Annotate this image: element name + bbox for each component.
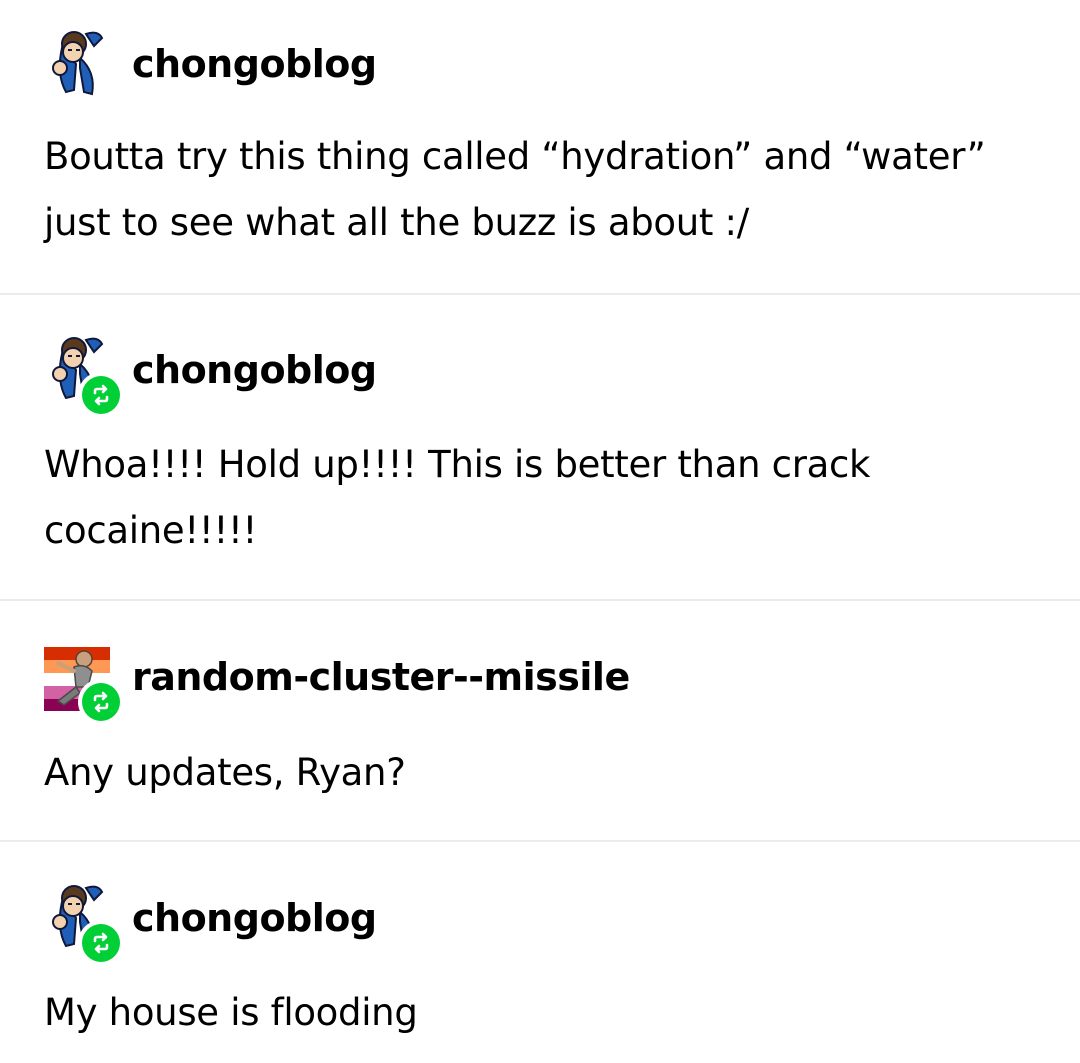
post-text: My house is flooding (44, 991, 418, 1034)
random-cluster-missile-avatar-icon[interactable] (44, 641, 124, 725)
post-username[interactable]: chongoblog (132, 896, 377, 940)
reblog-icon (78, 920, 124, 966)
post-username[interactable]: chongoblog (132, 42, 377, 86)
post-header: random-cluster--missile (44, 641, 630, 725)
post-text: Whoa!!!! Hold up!!!! This is better than… (44, 443, 871, 552)
chongoblog-avatar-icon[interactable] (44, 882, 124, 966)
chongoblog-avatar-icon[interactable] (44, 28, 110, 100)
post-header: chongoblog (44, 28, 377, 100)
post-username[interactable]: random-cluster--missile (132, 655, 630, 699)
post-header: chongoblog (44, 334, 377, 418)
chongoblog-avatar-icon[interactable] (44, 334, 124, 418)
reblog-icon (78, 679, 124, 725)
post-divider (0, 599, 1080, 601)
post-divider (0, 293, 1080, 295)
post-username[interactable]: chongoblog (132, 348, 377, 392)
post-text: Boutta try this thing called “hydration”… (44, 135, 986, 244)
reblog-icon (78, 372, 124, 418)
post-divider (0, 840, 1080, 842)
post-text: Any updates, Ryan? (44, 751, 406, 794)
post-header: chongoblog (44, 882, 377, 966)
